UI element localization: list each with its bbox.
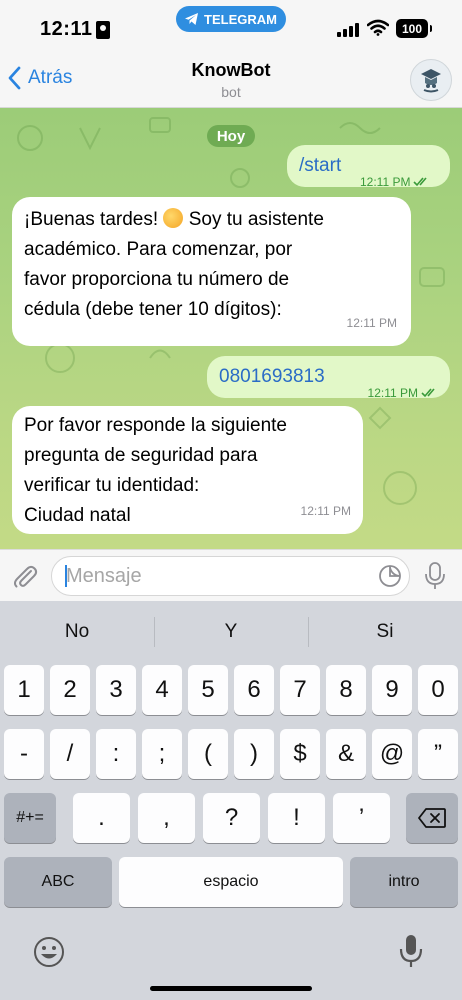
battery-icon: 100 xyxy=(396,19,432,38)
key-apostrophe[interactable]: ’ xyxy=(333,793,390,843)
wifi-icon xyxy=(367,19,389,36)
key-8[interactable]: 8 xyxy=(326,665,366,715)
paperclip-icon[interactable] xyxy=(12,562,38,590)
chat-area[interactable]: Hoy /start 12:11 PM ¡Buenas tardes! Soy … xyxy=(0,108,462,549)
message-text[interactable]: /start xyxy=(299,151,341,181)
double-check-icon xyxy=(413,177,428,187)
bot-avatar-icon xyxy=(421,69,441,93)
key-close-paren[interactable]: ) xyxy=(234,729,274,779)
message-line: favor proporciona tu número de xyxy=(24,269,290,290)
message-meta: 12:11 PM xyxy=(368,378,438,408)
key-slash[interactable]: / xyxy=(50,729,90,779)
message-text[interactable]: 0801693813 xyxy=(219,362,325,392)
message-bubble-outgoing[interactable]: 0801693813 12:11 PM xyxy=(207,356,450,400)
message-line: académico. Para comenzar, por xyxy=(24,239,293,260)
key-exclamation[interactable]: ! xyxy=(268,793,325,843)
backspace-key[interactable] xyxy=(406,793,458,843)
symbols-key[interactable]: #+= xyxy=(4,793,56,843)
key-semicolon[interactable]: ; xyxy=(142,729,182,779)
chat-subtitle: bot xyxy=(221,84,241,100)
telegram-return-pill[interactable]: TELEGRAM xyxy=(176,6,286,32)
key-comma[interactable]: , xyxy=(138,793,195,843)
bot-avatar[interactable] xyxy=(410,59,452,101)
key-2[interactable]: 2 xyxy=(50,665,90,715)
microphone-icon[interactable] xyxy=(424,561,446,591)
key-6[interactable]: 6 xyxy=(234,665,274,715)
key-0[interactable]: 0 xyxy=(418,665,458,715)
double-check-icon xyxy=(421,388,435,398)
key-open-paren[interactable]: ( xyxy=(188,729,228,779)
message-line-part: ¡Buenas tardes! xyxy=(24,209,164,230)
message-composer xyxy=(0,549,462,601)
keyboard: No Y Si 1 2 3 4 5 6 7 8 9 0 - / : ; ( ) … xyxy=(0,601,462,1000)
message-line: cédula (debe tener 10 dígitos): xyxy=(24,299,282,320)
lock-icon xyxy=(96,21,110,39)
key-quote[interactable]: ” xyxy=(418,729,458,779)
message-bubble-incoming[interactable]: ¡Buenas tardes! Soy tu asistente académi… xyxy=(12,197,411,346)
key-4[interactable]: 4 xyxy=(142,665,182,715)
message-line: ¡Buenas tardes! Soy tu asistente xyxy=(24,205,399,235)
key-at[interactable]: @ xyxy=(372,729,412,779)
date-separator: Hoy xyxy=(207,125,255,147)
emoji-icon[interactable] xyxy=(33,936,65,968)
message-line: pregunta de seguridad para xyxy=(24,445,258,466)
message-meta: 12:11 PM xyxy=(360,167,430,197)
message-bubble-outgoing[interactable]: /start 12:11 PM xyxy=(287,145,450,189)
abc-key[interactable]: ABC xyxy=(4,857,112,907)
suggestion-2[interactable]: Y xyxy=(154,601,308,663)
key-9[interactable]: 9 xyxy=(372,665,412,715)
message-input[interactable] xyxy=(51,556,410,596)
status-bar: 12:11 TELEGRAM 100 xyxy=(0,0,462,54)
message-time: 12:11 PM xyxy=(360,175,411,189)
home-indicator xyxy=(150,986,312,991)
chat-title[interactable]: KnowBot xyxy=(0,60,462,81)
key-dollar[interactable]: $ xyxy=(280,729,320,779)
message-line-part: Soy tu asistente xyxy=(183,209,324,230)
suggestion-1[interactable]: No xyxy=(0,601,154,663)
space-key[interactable]: espacio xyxy=(119,857,343,907)
status-time: 12:11 xyxy=(40,18,93,40)
text-caret xyxy=(65,565,67,587)
key-hyphen[interactable]: - xyxy=(4,729,44,779)
telegram-pill-label: TELEGRAM xyxy=(204,11,277,27)
telegram-icon xyxy=(185,13,199,25)
message-time: 12:11 PM xyxy=(346,316,397,330)
backspace-icon xyxy=(418,808,446,828)
key-1[interactable]: 1 xyxy=(4,665,44,715)
key-period[interactable]: . xyxy=(73,793,130,843)
message-time: 12:11 PM xyxy=(367,386,418,400)
message-time: 12:11 PM xyxy=(300,504,351,518)
chat-header: Atrás KnowBot bot xyxy=(0,54,462,108)
message-line: Por favor responde la siguiente xyxy=(24,415,287,436)
key-colon[interactable]: : xyxy=(96,729,136,779)
message-bubble-incoming[interactable]: Por favor responde la siguiente pregunta… xyxy=(12,406,363,534)
sun-emoji-icon xyxy=(163,208,184,228)
dictation-microphone-icon[interactable] xyxy=(398,933,424,969)
key-7[interactable]: 7 xyxy=(280,665,320,715)
suggestion-3[interactable]: Si xyxy=(308,601,462,663)
key-3[interactable]: 3 xyxy=(96,665,136,715)
key-question[interactable]: ? xyxy=(203,793,260,843)
signal-icon xyxy=(337,22,361,37)
sticker-icon[interactable] xyxy=(378,564,402,588)
battery-level: 100 xyxy=(401,21,423,36)
key-ampersand[interactable]: & xyxy=(326,729,366,779)
key-5[interactable]: 5 xyxy=(188,665,228,715)
return-key[interactable]: intro xyxy=(350,857,458,907)
